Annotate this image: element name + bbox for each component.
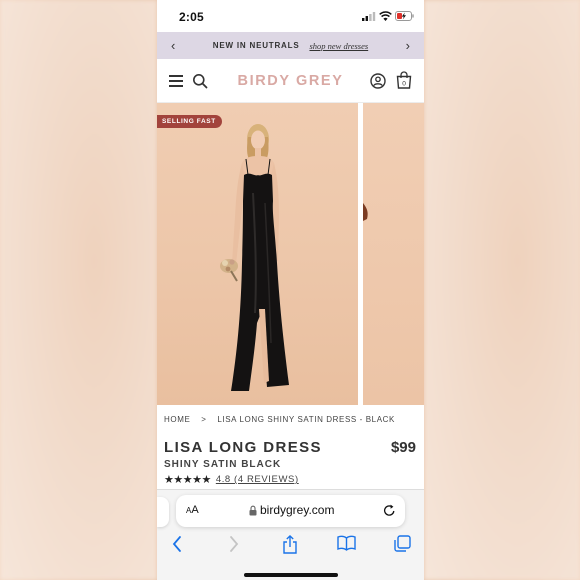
- product-title: LISA LONG DRESS: [164, 439, 322, 456]
- wifi-icon: [379, 11, 392, 21]
- promo-link[interactable]: shop new dresses: [309, 41, 368, 51]
- url-text[interactable]: birdygrey.com: [260, 503, 334, 517]
- safari-toolbar: AA birdygrey.com: [157, 489, 424, 580]
- cellular-signal-icon: [362, 12, 376, 21]
- status-time: 2:05: [179, 10, 204, 24]
- chevron-left-icon[interactable]: ‹: [171, 38, 175, 53]
- product-photo[interactable]: SELLING FAST: [157, 103, 358, 405]
- status-bar: 2:05: [157, 0, 424, 32]
- product-variant: SHINY SATIN BLACK: [164, 459, 282, 470]
- background-blur-left: [0, 0, 157, 580]
- next-product-photo[interactable]: [363, 103, 424, 405]
- previous-tab-preview[interactable]: [157, 497, 169, 527]
- breadcrumb: HOME > LISA LONG SHINY SATIN DRESS - BLA…: [164, 415, 403, 424]
- background-blur-right: [424, 0, 580, 580]
- promo-text: NEW IN NEUTRALS: [212, 41, 300, 50]
- back-icon[interactable]: [171, 535, 183, 553]
- account-icon[interactable]: [370, 73, 386, 89]
- selling-fast-badge: SELLING FAST: [157, 115, 222, 128]
- tabs-icon[interactable]: [394, 535, 411, 552]
- product-price: $99: [390, 439, 416, 456]
- bookmarks-icon[interactable]: [337, 535, 356, 551]
- browser-nav-row: [157, 533, 424, 557]
- breadcrumb-home[interactable]: HOME: [164, 415, 190, 424]
- reader-text-size-button[interactable]: AA: [186, 504, 199, 516]
- home-indicator[interactable]: [244, 573, 338, 577]
- next-photo-preview-image: [363, 203, 368, 221]
- bag-count: 0: [402, 81, 406, 88]
- share-icon[interactable]: [282, 535, 298, 554]
- phone-screen: 2:05 ‹ NEW IN NEUTRALS shop new dresses …: [157, 0, 424, 580]
- model-in-black-dress-image: [220, 124, 289, 391]
- product-rating: ★★★★★ 4.8 (4 REVIEWS): [164, 473, 299, 486]
- battery-charging-icon: [395, 11, 414, 21]
- site-header: BIRDY GREY 0: [157, 59, 424, 103]
- address-bar[interactable]: AA birdygrey.com: [176, 495, 405, 527]
- forward-icon[interactable]: [228, 535, 240, 553]
- lock-icon: [249, 505, 257, 516]
- breadcrumb-current: LISA LONG SHINY SATIN DRESS - BLACK: [217, 415, 395, 424]
- breadcrumb-separator: >: [201, 415, 207, 424]
- rating-stars-icon: ★★★★★: [164, 474, 211, 486]
- product-gallery[interactable]: SELLING FAST: [157, 103, 424, 405]
- promo-banner: ‹ NEW IN NEUTRALS shop new dresses ›: [157, 32, 424, 59]
- reload-icon[interactable]: [383, 504, 396, 517]
- reviews-link[interactable]: 4.8 (4 REVIEWS): [216, 474, 299, 485]
- shopping-bag-icon[interactable]: 0: [396, 71, 412, 89]
- chevron-right-icon[interactable]: ›: [406, 38, 410, 53]
